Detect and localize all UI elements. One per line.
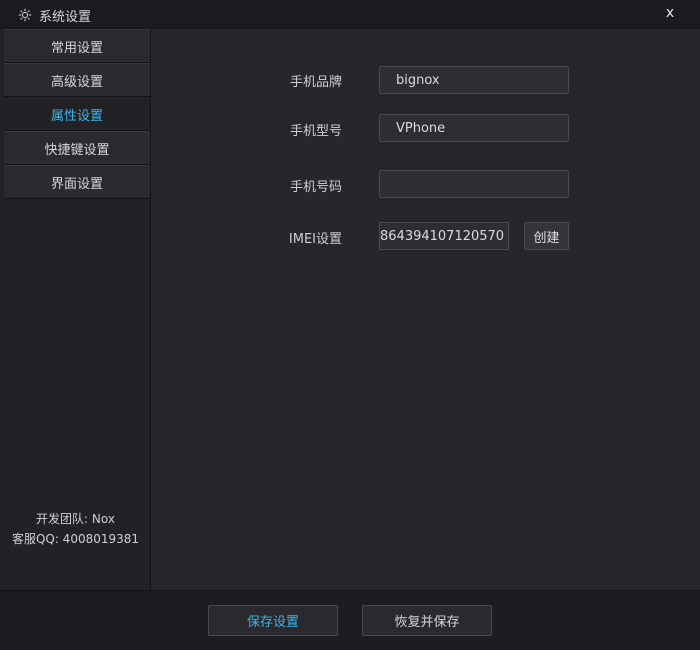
support-qq-text: 客服QQ: 4008019381: [11, 532, 140, 546]
brand-input[interactable]: [379, 66, 569, 94]
sidebar-footer: 开发团队: Nox 客服QQ: 4008019381: [0, 509, 151, 549]
create-imei-button[interactable]: 创建: [524, 222, 569, 250]
dev-team-text: 开发团队: Nox: [36, 512, 115, 526]
save-settings-button[interactable]: 保存设置: [208, 605, 338, 636]
imei-label: IMEI设置: [288, 232, 342, 247]
sidebar: 常用设置 高级设置 属性设置 快捷键设置 界面设置 开发团队: Nox 客服QQ…: [0, 29, 151, 590]
properties-panel: 手机品牌 手机型号 手机号码 IMEI设置 创建: [152, 29, 700, 590]
gear-icon: [18, 8, 32, 22]
close-button[interactable]: x: [662, 5, 678, 23]
title-bar[interactable]: 系统设置 x: [0, 0, 700, 29]
restore-and-save-button[interactable]: 恢复并保存: [362, 605, 492, 636]
window-title: 系统设置: [39, 10, 92, 25]
sidebar-item-properties[interactable]: 属性设置: [4, 97, 150, 131]
sidebar-item-advanced[interactable]: 高级设置: [4, 63, 150, 97]
imei-input[interactable]: [379, 222, 509, 250]
sidebar-item-general[interactable]: 常用设置: [4, 29, 150, 63]
sidebar-item-shortcuts[interactable]: 快捷键设置: [4, 131, 150, 165]
phone-label: 手机号码: [289, 180, 342, 195]
model-label: 手机型号: [289, 124, 342, 139]
brand-label: 手机品牌: [289, 75, 342, 90]
model-input[interactable]: [379, 114, 569, 142]
settings-window: 系统设置 x 常用设置 高级设置 属性设置 快捷键设置 界面设置 开发团队: N…: [0, 0, 700, 650]
phone-input[interactable]: [379, 170, 569, 198]
bottom-bar: 保存设置 恢复并保存: [0, 590, 700, 650]
sidebar-item-interface[interactable]: 界面设置: [4, 165, 150, 199]
